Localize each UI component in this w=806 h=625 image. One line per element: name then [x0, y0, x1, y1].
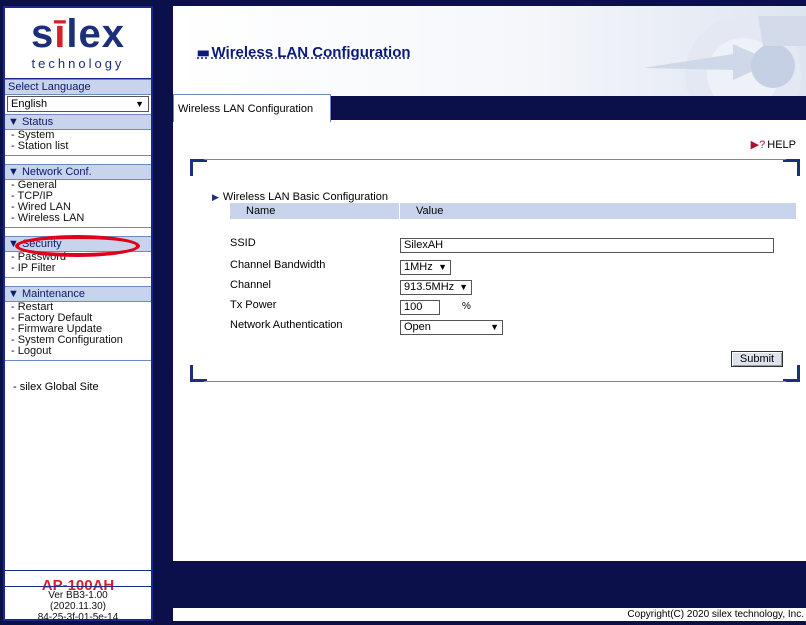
- label-channel: Channel: [230, 279, 271, 291]
- chevron-down-icon: ▼: [135, 99, 144, 109]
- column-separator: [399, 203, 400, 219]
- help-link[interactable]: ▶? HELP: [751, 138, 796, 151]
- tx-power-input[interactable]: 100: [400, 300, 440, 315]
- menu-wireless-lan[interactable]: Wireless LAN: [5, 213, 151, 224]
- corner-top-right: [783, 159, 800, 176]
- security-menu: ▼ Security Password IP Filter: [5, 236, 151, 278]
- channel-select[interactable]: 913.5MHz ▼: [400, 280, 472, 295]
- channel-bandwidth-value: 1MHz: [404, 261, 433, 273]
- triangle-right-icon: ▶: [212, 192, 219, 202]
- section-title: ▶ Wireless LAN Basic Configuration: [212, 191, 388, 203]
- chevron-down-icon: ▼: [490, 322, 499, 332]
- channel-value: 913.5MHz: [404, 281, 455, 293]
- version-date: (2020.11.30): [50, 601, 106, 612]
- help-icon: ▶?: [750, 139, 766, 151]
- channel-bandwidth-select[interactable]: 1MHz ▼: [400, 260, 451, 275]
- panel-border-top: [204, 159, 786, 160]
- sidebar: sīlex technology Select Language English…: [3, 6, 153, 623]
- silex-logo[interactable]: sīlex technology: [5, 8, 151, 79]
- language-select[interactable]: English ▼: [7, 96, 149, 112]
- security-header[interactable]: ▼ Security: [5, 236, 151, 252]
- corner-bottom-left: [190, 365, 207, 382]
- tab-wireless-lan-configuration[interactable]: Wireless LAN Configuration: [173, 94, 331, 122]
- version-info: Ver BB3-1.00 (2020.11.30) 84-25-3f-01-5e…: [5, 586, 151, 625]
- menu-logout[interactable]: Logout: [5, 346, 151, 357]
- logo-brand: sīlex: [31, 12, 125, 56]
- status-menu: ▼ Status System Station list: [5, 114, 151, 156]
- network-menu: ▼ Network Conf. General TCP/IP Wired LAN…: [5, 164, 151, 228]
- grid-icon: ■■: [197, 46, 209, 60]
- logo-subtitle: technology: [31, 56, 125, 71]
- page-banner: ■■ Wireless LAN Configuration: [173, 6, 806, 96]
- global-site-link[interactable]: - silex Global Site: [5, 381, 151, 393]
- select-language-label: Select Language: [5, 79, 151, 95]
- label-network-authentication: Network Authentication: [230, 319, 343, 331]
- network-authentication-select[interactable]: Open ▼: [400, 320, 503, 335]
- menu-station-list[interactable]: Station list: [5, 141, 151, 152]
- corner-bottom-right: [783, 365, 800, 382]
- submit-button[interactable]: Submit: [731, 351, 783, 367]
- corner-top-left: [190, 159, 207, 176]
- tx-power-unit: %: [462, 301, 471, 312]
- ssid-value: SilexAH: [404, 239, 444, 251]
- label-tx-power: Tx Power: [230, 299, 277, 311]
- chevron-down-icon: ▼: [438, 262, 447, 272]
- maintenance-menu: ▼ Maintenance Restart Factory Default Fi…: [5, 286, 151, 361]
- config-panel: ▶ Wireless LAN Basic Configuration Name V…: [190, 159, 800, 382]
- panel-border-bottom: [204, 381, 786, 382]
- label-ssid: SSID: [230, 237, 256, 249]
- status-header[interactable]: ▼ Status: [5, 114, 151, 130]
- maintenance-header[interactable]: ▼ Maintenance: [5, 286, 151, 302]
- copyright: Copyright(C) 2020 silex technology, Inc.: [173, 608, 806, 621]
- mac-address: 84-25-3f-01-5e-14: [37, 612, 119, 623]
- network-header[interactable]: ▼ Network Conf.: [5, 164, 151, 180]
- main-content: ■■ Wireless LAN Configuration Wireless LA…: [173, 6, 806, 621]
- table-header: Name Value: [230, 203, 796, 219]
- version-line: Ver BB3-1.00: [48, 590, 108, 601]
- tx-power-value: 100: [404, 301, 423, 313]
- language-value: English: [11, 98, 48, 110]
- label-channel-bandwidth: Channel Bandwidth: [230, 259, 326, 271]
- menu-ip-filter[interactable]: IP Filter: [5, 263, 151, 274]
- column-value: Value: [416, 205, 444, 217]
- ssid-input[interactable]: SilexAH: [400, 238, 774, 253]
- page-title: ■■ Wireless LAN Configuration: [197, 44, 411, 61]
- column-name: Name: [246, 205, 276, 217]
- chevron-down-icon: ▼: [459, 282, 468, 292]
- network-authentication-value: Open: [404, 321, 431, 333]
